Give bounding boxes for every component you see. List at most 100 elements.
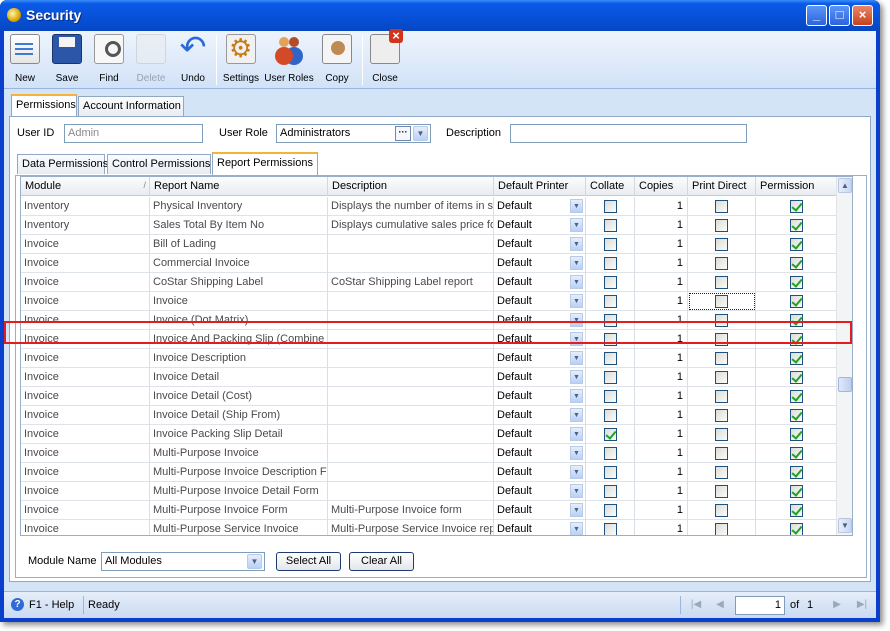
next-page-icon[interactable]: ▶: [830, 598, 844, 612]
permission-checkbox[interactable]: [790, 390, 803, 403]
collate-cell[interactable]: [586, 216, 635, 235]
permission-cell[interactable]: [756, 387, 838, 406]
module-cell[interactable]: Invoice: [21, 482, 150, 501]
chevron-down-icon[interactable]: ▼: [570, 294, 583, 308]
collate-checkbox[interactable]: [603, 219, 617, 232]
collate-checkbox[interactable]: [603, 238, 617, 251]
permission-cell[interactable]: [756, 235, 838, 254]
permission-checkbox[interactable]: [790, 523, 803, 535]
direct-checkbox[interactable]: [715, 200, 728, 213]
direct-checkbox[interactable]: [715, 390, 728, 403]
description-cell[interactable]: [328, 292, 494, 311]
direct-checkbox[interactable]: [715, 504, 728, 517]
first-page-icon[interactable]: |◀: [689, 598, 703, 612]
report-cell[interactable]: Multi-Purpose Service Invoice: [150, 520, 328, 535]
table-row[interactable]: Invoice Commercial Invoice Default ▼ 1: [21, 254, 838, 273]
direct-cell[interactable]: [688, 349, 756, 368]
chevron-down-icon[interactable]: ▼: [570, 522, 583, 535]
default-printer-cell[interactable]: Default ▼: [494, 197, 586, 216]
direct-checkbox[interactable]: [715, 238, 728, 251]
default-printer-cell[interactable]: Default ▼: [494, 254, 586, 273]
vertical-scrollbar[interactable]: ▲ ▼: [836, 177, 852, 535]
tab-permissions[interactable]: Permissions: [11, 94, 77, 117]
collate-checkbox[interactable]: [603, 295, 617, 308]
help-icon[interactable]: ?: [11, 598, 24, 611]
permission-cell[interactable]: [756, 501, 838, 520]
collate-cell[interactable]: [586, 406, 635, 425]
description-field[interactable]: [510, 124, 747, 143]
user-id-field[interactable]: Admin: [64, 124, 203, 143]
report-cell[interactable]: Invoice: [150, 292, 328, 311]
copies-cell[interactable]: 1: [635, 273, 688, 292]
module-name-combo[interactable]: All Modules ▼: [101, 552, 265, 571]
chevron-down-icon[interactable]: ▼: [570, 503, 583, 517]
direct-cell[interactable]: [688, 216, 756, 235]
direct-checkbox[interactable]: [715, 219, 728, 232]
default-printer-cell[interactable]: Default ▼: [494, 406, 586, 425]
help-shortcut-label[interactable]: F1 - Help: [29, 599, 74, 611]
module-cell[interactable]: Inventory: [21, 197, 150, 216]
permission-checkbox[interactable]: [790, 200, 803, 213]
chevron-down-icon[interactable]: ▼: [570, 465, 583, 479]
permission-checkbox[interactable]: [790, 485, 803, 498]
table-row[interactable]: Invoice Multi-Purpose Invoice Default ▼ 1: [21, 444, 838, 463]
default-printer-cell[interactable]: Default ▼: [494, 444, 586, 463]
module-cell[interactable]: Invoice: [21, 425, 150, 444]
copies-cell[interactable]: 1: [635, 463, 688, 482]
collate-checkbox[interactable]: [603, 447, 617, 460]
last-page-icon[interactable]: ▶|: [855, 598, 869, 612]
default-printer-cell[interactable]: Default ▼: [494, 349, 586, 368]
module-cell[interactable]: Invoice: [21, 463, 150, 482]
chevron-down-icon[interactable]: ▼: [570, 237, 583, 251]
collate-checkbox[interactable]: [603, 504, 617, 517]
permission-cell[interactable]: [756, 368, 838, 387]
chevron-down-icon[interactable]: ▼: [570, 427, 583, 441]
copies-cell[interactable]: 1: [635, 197, 688, 216]
report-cell[interactable]: CoStar Shipping Label: [150, 273, 328, 292]
direct-cell[interactable]: [688, 292, 756, 311]
permission-checkbox[interactable]: [790, 352, 803, 365]
scroll-up-icon[interactable]: ▲: [838, 178, 852, 193]
permission-cell[interactable]: [756, 197, 838, 216]
copies-cell[interactable]: 1: [635, 368, 688, 387]
permission-cell[interactable]: [756, 349, 838, 368]
chevron-down-icon[interactable]: ▼: [570, 389, 583, 403]
collate-cell[interactable]: [586, 520, 635, 535]
collate-checkbox[interactable]: [603, 428, 617, 441]
direct-checkbox[interactable]: [715, 295, 728, 308]
collate-cell[interactable]: [586, 349, 635, 368]
table-row[interactable]: Invoice Multi-Purpose Invoice Detail Form…: [21, 482, 838, 501]
collate-cell[interactable]: [586, 463, 635, 482]
report-cell[interactable]: Bill of Lading: [150, 235, 328, 254]
collate-cell[interactable]: [586, 254, 635, 273]
collate-checkbox[interactable]: [603, 257, 617, 270]
default-printer-cell[interactable]: Default ▼: [494, 235, 586, 254]
column-header-permission[interactable]: Permission: [756, 177, 838, 196]
column-header-report-name[interactable]: Report Name: [150, 177, 328, 196]
table-row[interactable]: Inventory Sales Total By Item No Displays …: [21, 216, 838, 235]
module-cell[interactable]: Invoice: [21, 387, 150, 406]
chevron-down-icon[interactable]: ▼: [570, 256, 583, 270]
collate-cell[interactable]: [586, 197, 635, 216]
table-row[interactable]: Invoice Multi-Purpose Service Invoice Mult…: [21, 520, 838, 535]
permission-cell[interactable]: [756, 216, 838, 235]
column-header-copies[interactable]: Copies: [635, 177, 688, 196]
permission-checkbox[interactable]: [790, 257, 803, 270]
user-role-combo[interactable]: Administrators ··· ▼: [276, 124, 431, 143]
table-row[interactable]: Invoice CoStar Shipping Label CoStar Shipp…: [21, 273, 838, 292]
scroll-thumb[interactable]: [838, 377, 852, 392]
copies-cell[interactable]: 1: [635, 292, 688, 311]
maximize-button[interactable]: □: [829, 5, 850, 26]
direct-checkbox[interactable]: [715, 485, 728, 498]
copies-cell[interactable]: 1: [635, 254, 688, 273]
table-row[interactable]: Invoice Invoice Default ▼ 1: [21, 292, 838, 311]
module-cell[interactable]: Invoice: [21, 368, 150, 387]
default-printer-cell[interactable]: Default ▼: [494, 292, 586, 311]
default-printer-cell[interactable]: Default ▼: [494, 368, 586, 387]
direct-checkbox[interactable]: [715, 428, 728, 441]
direct-cell[interactable]: [688, 254, 756, 273]
chevron-down-icon[interactable]: ▼: [570, 484, 583, 498]
table-row[interactable]: Invoice Bill of Lading Default ▼ 1: [21, 235, 838, 254]
copies-cell[interactable]: 1: [635, 520, 688, 535]
report-cell[interactable]: Sales Total By Item No: [150, 216, 328, 235]
